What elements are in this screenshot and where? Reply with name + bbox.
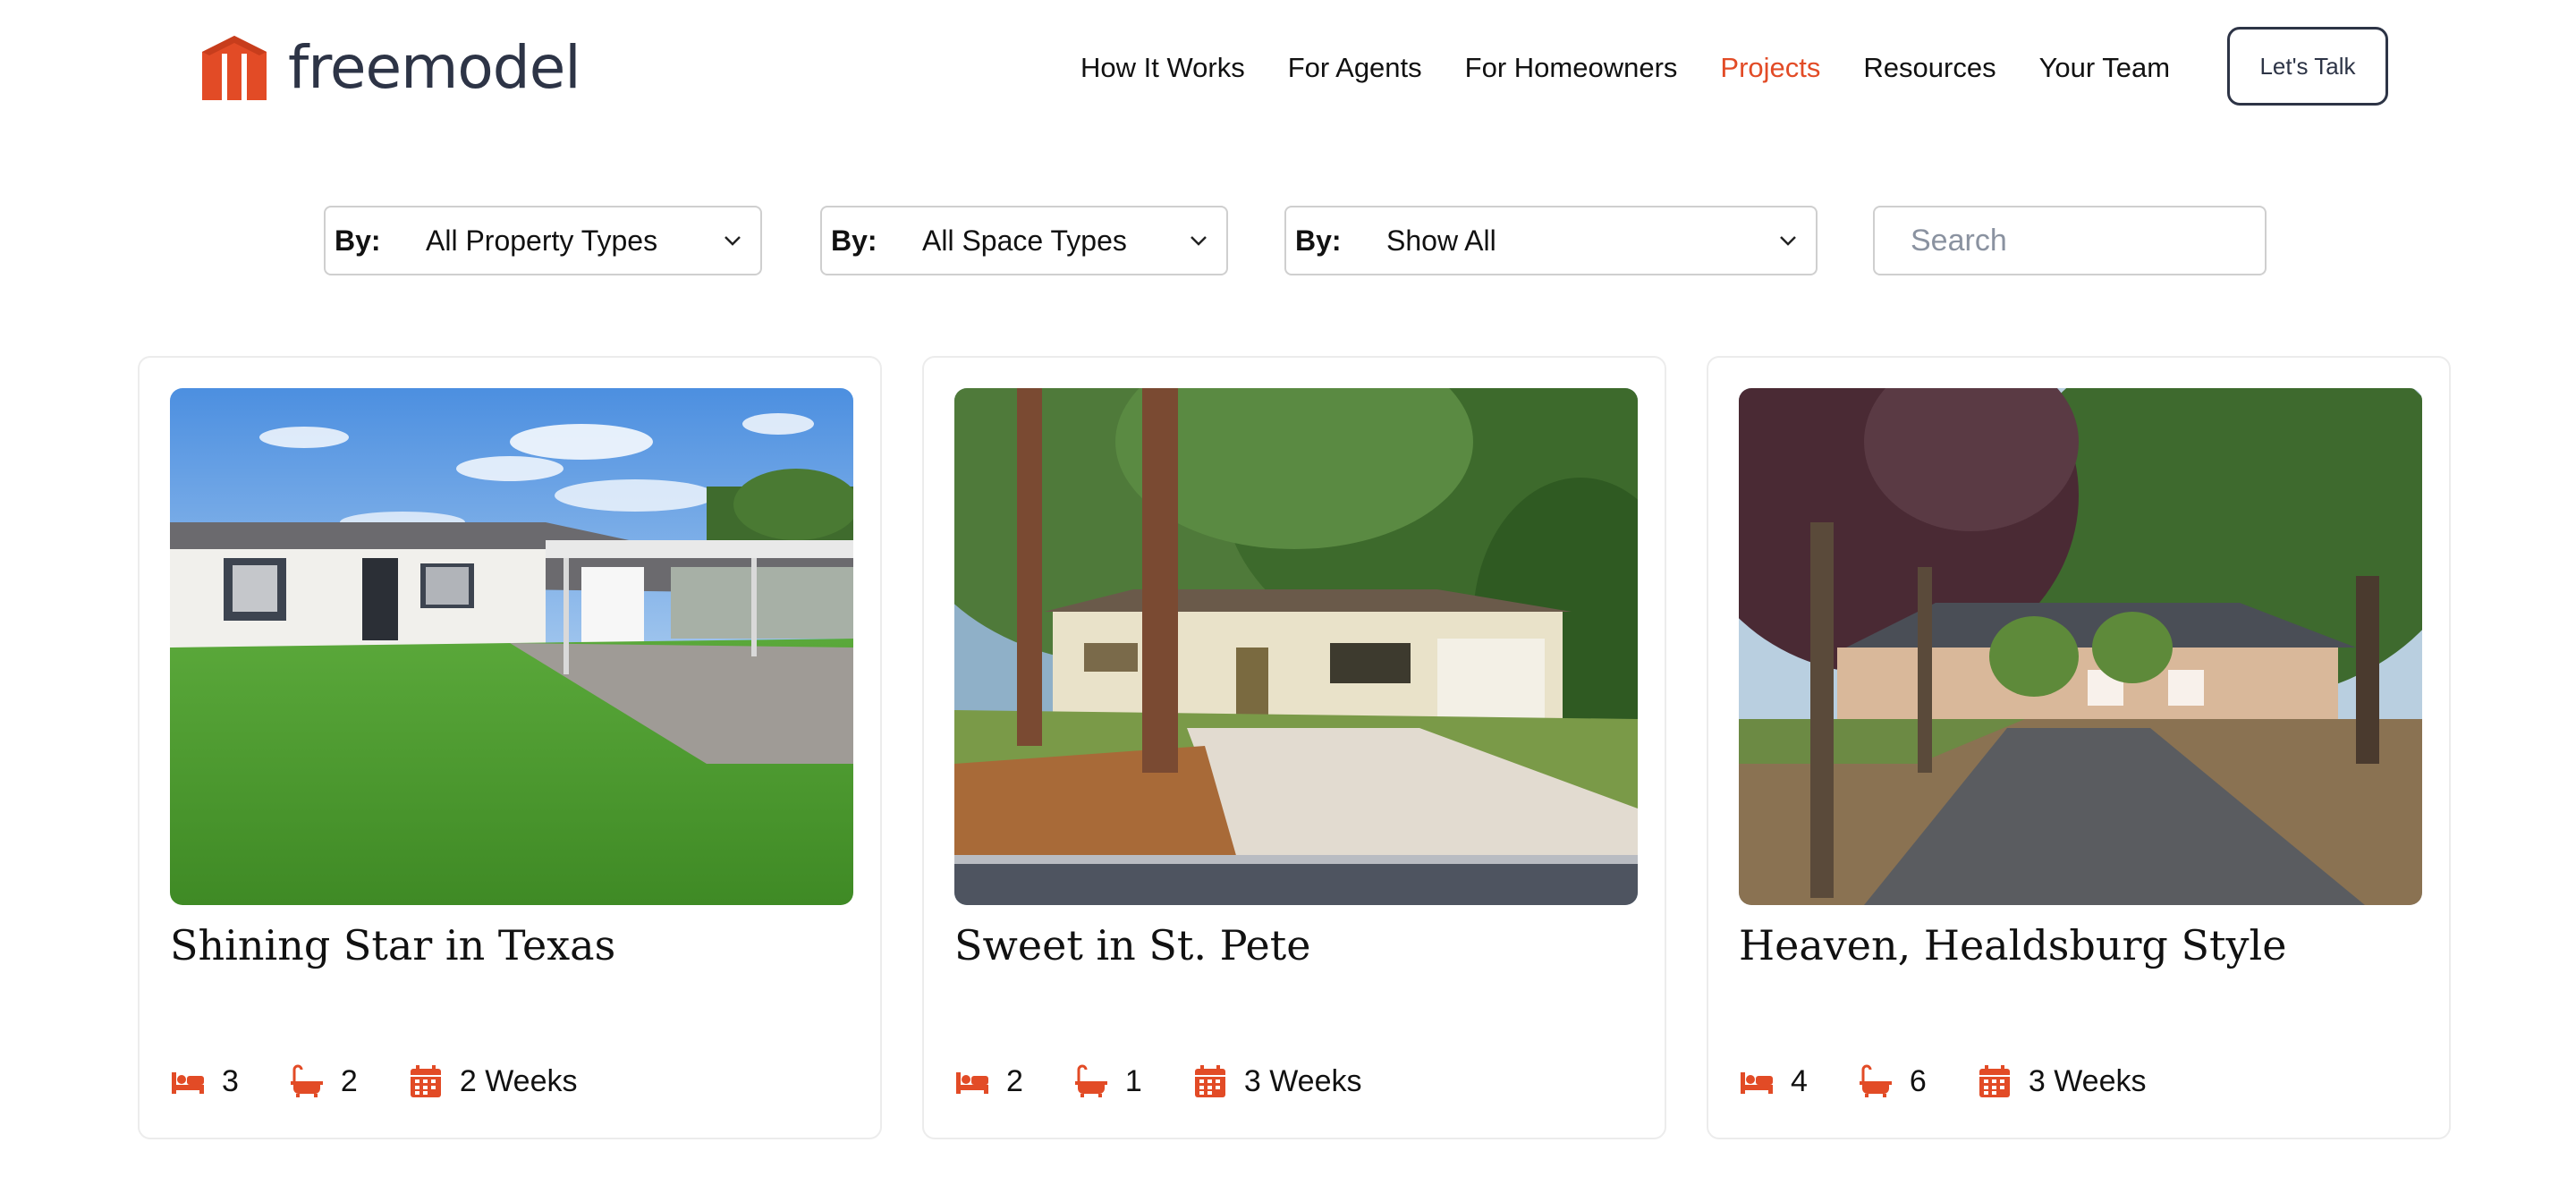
project-stats: 4 6 3 Weeks	[1739, 1059, 2197, 1104]
nav-resources[interactable]: Resources	[1863, 52, 1996, 84]
nav-for-homeowners[interactable]: For Homeowners	[1465, 52, 1678, 84]
bathrooms-count: 1	[1124, 1063, 1142, 1098]
main-nav: How It Works For Agents For Homeowners P…	[1080, 39, 2213, 97]
project-title[interactable]: Shining Star in Texas	[170, 921, 615, 969]
nav-how-it-works[interactable]: How It Works	[1080, 52, 1245, 84]
space-type-filter[interactable]: By: All Space Types	[820, 206, 1228, 275]
bedrooms-count: 2	[1006, 1063, 1023, 1098]
chevron-down-icon	[1780, 236, 1796, 246]
house-logo-icon	[202, 36, 267, 100]
filter-by-label: By:	[831, 224, 877, 257]
project-card[interactable]: Heaven, Healdsburg Style 4 6 3 Weeks	[1707, 356, 2451, 1139]
calendar-icon	[1979, 1065, 2010, 1097]
bed-icon	[1741, 1072, 1773, 1094]
calendar-icon	[1194, 1065, 1225, 1097]
chevron-down-icon	[724, 236, 741, 246]
filter-by-label: By:	[335, 224, 381, 257]
project-card[interactable]: Shining Star in Texas 3 2 2 Weeks	[138, 356, 882, 1139]
duration-stat: 2 Weeks	[408, 1063, 578, 1099]
filter-by-label: By:	[1295, 224, 1342, 257]
bathrooms-stat: 6	[1858, 1063, 1927, 1099]
filter-value: All Property Types	[426, 224, 658, 257]
bathtub-icon	[1859, 1064, 1892, 1097]
chevron-down-icon	[1191, 236, 1207, 246]
search-input[interactable]	[1873, 206, 2267, 275]
filter-value: All Space Types	[922, 224, 1127, 257]
lets-talk-button[interactable]: Let's Talk	[2227, 27, 2388, 106]
project-photo[interactable]	[170, 388, 853, 905]
nav-for-agents[interactable]: For Agents	[1288, 52, 1422, 84]
project-photo[interactable]	[1739, 388, 2422, 905]
duration-value: 3 Weeks	[2028, 1063, 2147, 1098]
bed-icon	[956, 1072, 988, 1094]
bedrooms-count: 4	[1791, 1063, 1808, 1098]
nav-projects[interactable]: Projects	[1720, 52, 1820, 84]
nav-your-team[interactable]: Your Team	[2039, 52, 2171, 84]
brand-name: freemodel	[288, 33, 581, 102]
bedrooms-stat: 4	[1739, 1063, 1808, 1099]
project-title[interactable]: Heaven, Healdsburg Style	[1739, 921, 2286, 969]
duration-value: 3 Weeks	[1243, 1063, 1362, 1098]
duration-stat: 3 Weeks	[1192, 1063, 1362, 1099]
duration-value: 2 Weeks	[459, 1063, 578, 1098]
bathrooms-count: 6	[1909, 1063, 1927, 1098]
project-card[interactable]: Sweet in St. Pete 2 1 3 Weeks	[922, 356, 1666, 1139]
bedrooms-stat: 2	[954, 1063, 1023, 1099]
filter-value: Show All	[1386, 224, 1496, 257]
project-title[interactable]: Sweet in St. Pete	[954, 921, 1310, 969]
bathtub-icon	[1074, 1064, 1107, 1097]
project-stats: 3 2 2 Weeks	[170, 1059, 628, 1104]
property-type-filter[interactable]: By: All Property Types	[324, 206, 762, 275]
project-photo[interactable]	[954, 388, 1638, 905]
calendar-icon	[410, 1065, 441, 1097]
duration-stat: 3 Weeks	[1977, 1063, 2147, 1099]
project-stats: 2 1 3 Weeks	[954, 1059, 1412, 1104]
bathrooms-stat: 1	[1073, 1063, 1142, 1099]
bathtub-icon	[290, 1064, 323, 1097]
status-filter[interactable]: By: Show All	[1284, 206, 1818, 275]
logo[interactable]: freemodel	[200, 32, 581, 104]
bedrooms-stat: 3	[170, 1063, 239, 1099]
bedrooms-count: 3	[222, 1063, 239, 1098]
bed-icon	[172, 1072, 204, 1094]
bathrooms-stat: 2	[289, 1063, 358, 1099]
bathrooms-count: 2	[340, 1063, 358, 1098]
site-header: freemodel How It Works For Agents For Ho…	[0, 0, 2576, 143]
